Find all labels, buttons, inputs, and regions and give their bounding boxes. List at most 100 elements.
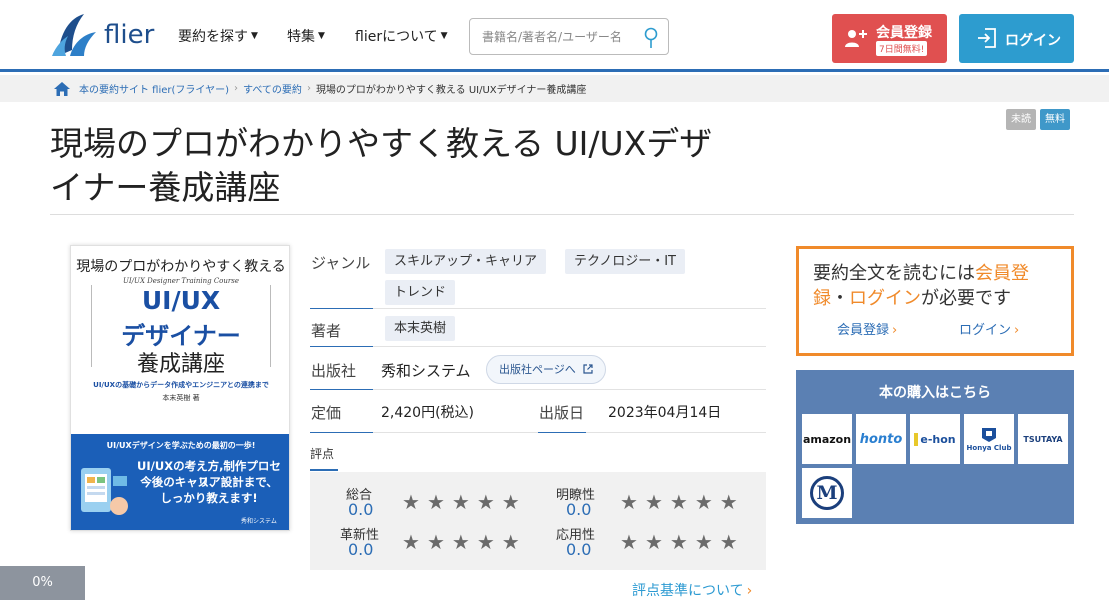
publisher-page-link[interactable]: 出版社ページへ [486, 355, 607, 384]
rating-box: 総合 0.0 ★ ★ ★ ★ ★ 明瞭性 0.0 ★ ★ ★ ★ ★ 革新性 0.0 ★ ★ ★ ★ ★… [310, 472, 766, 570]
rating-stars-overall: ★ ★ ★ ★ ★ [402, 492, 520, 512]
publisher-underline [310, 389, 373, 390]
nav-label: 要約を探す [178, 29, 248, 45]
title-divider [50, 214, 1074, 215]
rating-value-applicability: 0.0 [566, 540, 592, 559]
store-tsutaya-button[interactable]: TSUTAYA [1018, 414, 1068, 464]
genre-underline [310, 308, 373, 309]
home-icon[interactable] [53, 81, 71, 97]
genre-tag[interactable]: テクノロジー・IT [565, 249, 685, 274]
login-prompt-box: 要約全文を読むには会員登録・ログインが必要です 会員登録 › ログイン › [796, 246, 1074, 356]
login-label: ログイン [1005, 33, 1061, 49]
genre-tag[interactable]: トレンド [385, 280, 456, 305]
cover-main-1: UI/UX [141, 286, 221, 315]
title-line-2: イナー養成講座 [50, 168, 281, 207]
purchase-title: 本の購入はこちら [879, 385, 991, 401]
prompt-register-link[interactable]: 会員登録 › [837, 319, 897, 338]
chevron-right-icon: › [234, 83, 239, 94]
star-icon: ★ [426, 530, 445, 554]
caret-down-icon: ▼ [440, 31, 448, 41]
prompt-register-label: 会員登録 [837, 323, 890, 338]
publication-date: 2023年04月14日 [608, 405, 722, 421]
genre-tag[interactable]: スキルアップ・キャリア [385, 249, 547, 274]
rating-value-clarity: 0.0 [566, 500, 592, 519]
rating-value-innovation: 0.0 [348, 540, 374, 559]
logo-text: flier [104, 20, 155, 50]
prompt-login-label: ログイン [959, 323, 1012, 338]
star-icon: ★ [644, 490, 663, 514]
price-label: 定価 [311, 404, 342, 422]
flier-logo[interactable]: flier [50, 12, 154, 58]
store-maruzen-button[interactable]: M [802, 468, 852, 518]
nav-label: flierについて [355, 29, 438, 45]
prompt-pre: 要約全文を読むには [813, 263, 975, 284]
ehon-logo: e-hon [914, 432, 956, 446]
cover-band: UI/UXデザインを学ぶための最初の一歩! UI/UXの考え方,制作プロセス、 … [71, 434, 289, 530]
login-prompt-text: 要約全文を読むには会員登録・ログインが必要です [813, 261, 1063, 311]
cover-illustration [81, 468, 128, 515]
login-button[interactable]: ログイン [959, 14, 1074, 63]
breadcrumb-all-link[interactable]: すべての要約 [243, 81, 302, 96]
star-icon: ★ [694, 490, 713, 514]
nav-features[interactable]: 特集 ▼ [287, 26, 325, 46]
prompt-post: が必要です [921, 288, 1011, 309]
author-underline [310, 346, 373, 347]
row-divider [586, 432, 766, 433]
maruzen-logo: M [810, 476, 844, 510]
rating-value-overall: 0.0 [348, 500, 374, 519]
cover-top-text: 現場のプロがわかりやすく教える [76, 259, 286, 275]
rating-tab[interactable]: 評点 [310, 445, 334, 462]
user-plus-icon [845, 30, 867, 47]
rating-criteria-label: 評点基準について [632, 583, 744, 599]
star-icon: ★ [451, 530, 470, 554]
row-divider [373, 432, 538, 433]
store-honto-button[interactable]: honto [856, 414, 906, 464]
cover-author: 本末英樹 著 [162, 394, 200, 402]
cover-band-top: UI/UXデザインを学ぶための最初の一歩! [106, 441, 256, 450]
chevron-right-icon: › [306, 83, 311, 94]
search-icon[interactable] [644, 27, 658, 49]
nav-find-summaries[interactable]: 要約を探す ▼ [178, 26, 258, 46]
star-icon: ★ [402, 490, 420, 514]
search-input[interactable] [470, 19, 630, 54]
genre-label: ジャンル [311, 254, 371, 272]
star-icon: ★ [476, 490, 495, 514]
prompt-login-link[interactable]: ログイン › [959, 319, 1019, 338]
star-icon: ★ [669, 490, 688, 514]
author-tag[interactable]: 本末英樹 [385, 316, 456, 341]
reading-progress: 0% [0, 566, 85, 600]
rating-criteria-link[interactable]: 評点基準について › [632, 580, 752, 600]
prompt-login-highlight: ログイン [849, 288, 921, 309]
cover-publisher-mark: 秀和システム [241, 518, 277, 525]
register-label: 会員登録 [876, 25, 932, 41]
search-box [469, 18, 669, 55]
caret-down-icon: ▼ [318, 31, 325, 41]
star-icon: ★ [620, 530, 638, 554]
register-button[interactable]: 会員登録 7日間無料! [832, 14, 947, 63]
rating-stars-applicability: ★ ★ ★ ★ ★ [620, 532, 738, 552]
breadcrumb-home-link[interactable]: 本の要約サイト flier(フライヤー) [79, 81, 229, 96]
rating-stars-clarity: ★ ★ ★ ★ ★ [620, 492, 738, 512]
store-ehon-button[interactable]: e-hon [910, 414, 960, 464]
star-icon: ★ [426, 490, 445, 514]
caret-down-icon: ▼ [251, 31, 258, 41]
honya-club-logo-icon [982, 428, 996, 442]
publisher-name: 秀和システム [381, 362, 471, 380]
chevron-right-icon: › [1014, 323, 1020, 338]
cover-band-2: 今後のキャリア設計まで、 [140, 475, 278, 489]
store-honya-club-button[interactable]: Honya Club [964, 414, 1014, 464]
nav-about-flier[interactable]: flierについて ▼ [355, 26, 448, 46]
publisher-link-label: 出版社ページへ [499, 363, 576, 376]
flier-logo-icon [52, 14, 96, 56]
star-icon: ★ [719, 530, 738, 554]
store-amazon-button[interactable]: amazon [802, 414, 852, 464]
star-icon: ★ [451, 490, 470, 514]
cover-band-3: しっかり教えます! [160, 491, 258, 505]
star-icon: ★ [719, 490, 738, 514]
chevron-right-icon: › [746, 583, 753, 599]
star-icon: ★ [669, 530, 688, 554]
star-icon: ★ [476, 530, 495, 554]
row-divider [373, 308, 766, 309]
honya-club-logo: Honya Club [966, 444, 1012, 452]
purchase-box: 本の購入はこちら amazon honto e-hon Honya Club T… [796, 370, 1074, 524]
